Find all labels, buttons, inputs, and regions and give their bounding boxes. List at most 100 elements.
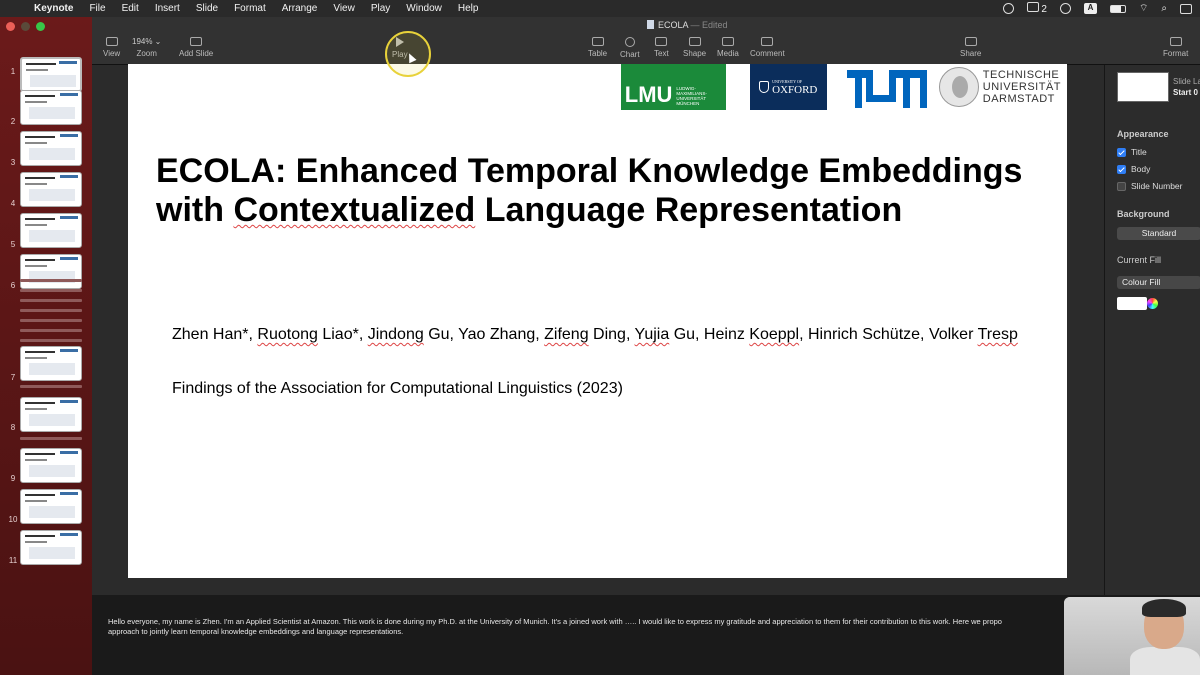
slide-number-checkbox-label: Slide Number	[1131, 181, 1183, 191]
share-label: Share	[960, 49, 982, 58]
share-icon	[964, 37, 977, 46]
minimize-window-button[interactable]	[21, 22, 30, 31]
menu-window[interactable]: Window	[406, 3, 442, 14]
table-icon	[591, 37, 604, 46]
menu-edit[interactable]: Edit	[122, 3, 139, 14]
slide-number-label: 1	[10, 67, 16, 76]
appearance-heading: Appearance	[1117, 129, 1169, 139]
title-checkbox-row[interactable]: Title	[1117, 147, 1147, 157]
skipped-slide-divider[interactable]	[20, 329, 82, 332]
menu-view[interactable]: View	[333, 3, 355, 14]
slide-layout-info: Slide La Start 0	[1173, 76, 1200, 98]
text-button[interactable]: Text	[654, 37, 669, 58]
slide-number-label: 7	[10, 373, 16, 382]
window-controls	[6, 22, 45, 31]
menu-insert[interactable]: Insert	[155, 3, 180, 14]
author-list[interactable]: Zhen Han*, Ruotong Liao*, Jindong Gu, Ya…	[172, 326, 1062, 344]
skipped-slide-divider[interactable]	[20, 279, 82, 282]
media-button[interactable]: Media	[717, 37, 739, 58]
format-button[interactable]: Format	[1163, 37, 1188, 58]
presenter-hair	[1142, 599, 1186, 617]
format-brush-icon	[1169, 37, 1182, 46]
wechat-count: 2	[1041, 4, 1047, 15]
title-line-2: with Contextualized Language Representat…	[156, 191, 903, 229]
skipped-slide-divider[interactable]	[20, 437, 82, 440]
menu-play[interactable]: Play	[371, 3, 390, 14]
slide-layout-thumbnail[interactable]	[1117, 72, 1169, 102]
slide-thumbnail[interactable]	[20, 489, 82, 524]
venue-text[interactable]: Findings of the Association for Computat…	[172, 380, 623, 398]
menu-help[interactable]: Help	[458, 3, 479, 14]
slide-thumbnail[interactable]	[20, 57, 82, 92]
play-circle-icon[interactable]	[1059, 3, 1071, 14]
fullscreen-window-button[interactable]	[36, 22, 45, 31]
slide-thumbnail[interactable]	[20, 213, 82, 248]
slide-number-label: 6	[10, 281, 16, 290]
skipped-slide-divider[interactable]	[20, 385, 82, 388]
fill-type-select[interactable]: Colour Fill	[1117, 276, 1200, 289]
slide-thumbnail[interactable]	[20, 172, 82, 207]
slide-title[interactable]: ECOLA: Enhanced Temporal Knowledge Embed…	[156, 152, 1056, 230]
author-text: Liao*,	[317, 326, 368, 343]
media-label: Media	[717, 49, 739, 58]
lmu-logo-text: LMU	[624, 82, 673, 107]
author-name-spelling-error: Ruotong	[257, 326, 318, 343]
presenter-body	[1130, 647, 1200, 675]
author-name-spelling-error: Zifeng	[544, 326, 589, 343]
fill-color-swatch[interactable]	[1117, 297, 1147, 310]
oxford-logo: UNIVERSITY OF OXFORD	[749, 64, 827, 110]
input-source-icon[interactable]: A	[1083, 3, 1097, 14]
zoom-value: 194% ⌄	[132, 37, 162, 46]
lmu-logo: LMU LUDWIG- MAXIMILIANS- UNIVERSITÄT MÜN…	[620, 64, 726, 110]
slide-thumbnail[interactable]	[20, 131, 82, 166]
battery-icon[interactable]	[1109, 4, 1126, 13]
control-center-icon[interactable]	[1180, 3, 1192, 14]
slide-thumbnail[interactable]	[20, 448, 82, 483]
format-label: Format	[1163, 49, 1189, 58]
wechat-status[interactable]: 2	[1026, 2, 1047, 15]
skipped-slide-divider[interactable]	[20, 299, 82, 302]
slide-thumbnail[interactable]	[20, 530, 82, 565]
body-checkbox-label: Body	[1131, 164, 1151, 174]
skipped-slide-divider[interactable]	[20, 339, 82, 342]
slide-thumbnail[interactable]	[20, 397, 82, 432]
spotlight-search-icon[interactable]: ⌕	[1161, 3, 1167, 14]
slide-thumbnail[interactable]	[20, 254, 82, 289]
skipped-slide-divider[interactable]	[20, 309, 82, 312]
document-title: ECOLA — Edited	[647, 20, 728, 30]
slide-layout-value[interactable]: Start 0	[1173, 87, 1200, 98]
share-button[interactable]: Share	[960, 37, 981, 58]
menu-format[interactable]: Format	[234, 3, 266, 14]
comment-button[interactable]: Comment	[750, 37, 785, 58]
presenter-notes-text[interactable]: Hello everyone, my name is Zhen. I'm an …	[108, 617, 1078, 637]
menu-app[interactable]: Keynote	[34, 3, 73, 14]
slide-number-checkbox[interactable]	[1117, 181, 1126, 191]
view-button[interactable]: View	[103, 37, 120, 58]
menu-arrange[interactable]: Arrange	[282, 3, 318, 14]
zoom-control[interactable]: 194% ⌄ Zoom	[132, 37, 161, 58]
menu-slide[interactable]: Slide	[196, 3, 218, 14]
body-checkbox-row[interactable]: Body	[1117, 164, 1150, 174]
control-icon[interactable]	[1002, 3, 1014, 14]
add-slide-button[interactable]: Add Slide	[179, 37, 213, 58]
skipped-slide-divider[interactable]	[20, 319, 82, 322]
body-checkbox[interactable]	[1117, 164, 1126, 174]
presenter-notes[interactable]: Hello everyone, my name is Zhen. I'm an …	[92, 595, 1200, 675]
menu-file[interactable]: File	[89, 3, 105, 14]
background-style-button[interactable]: Standard	[1117, 227, 1200, 240]
menu-bar: Keynote File Edit Insert Slide Format Ar…	[0, 0, 1200, 17]
close-window-button[interactable]	[6, 22, 15, 31]
title-checkbox[interactable]	[1117, 147, 1126, 157]
table-button[interactable]: Table	[588, 37, 607, 58]
shape-button[interactable]: Shape	[683, 37, 706, 58]
slide-thumbnail[interactable]	[20, 346, 82, 381]
skipped-slide-divider[interactable]	[20, 289, 82, 292]
current-slide[interactable]: LMU LUDWIG- MAXIMILIANS- UNIVERSITÄT MÜN…	[128, 64, 1067, 578]
chart-button[interactable]: Chart	[620, 37, 640, 59]
slide-thumbnail[interactable]	[20, 90, 82, 125]
slide-number-checkbox-row[interactable]: Slide Number	[1117, 181, 1183, 191]
wifi-icon[interactable]: ⌔	[1139, 2, 1148, 15]
document-icon	[647, 20, 654, 29]
color-wheel-icon[interactable]	[1147, 298, 1158, 309]
author-text: Zhen Han*,	[172, 326, 258, 343]
